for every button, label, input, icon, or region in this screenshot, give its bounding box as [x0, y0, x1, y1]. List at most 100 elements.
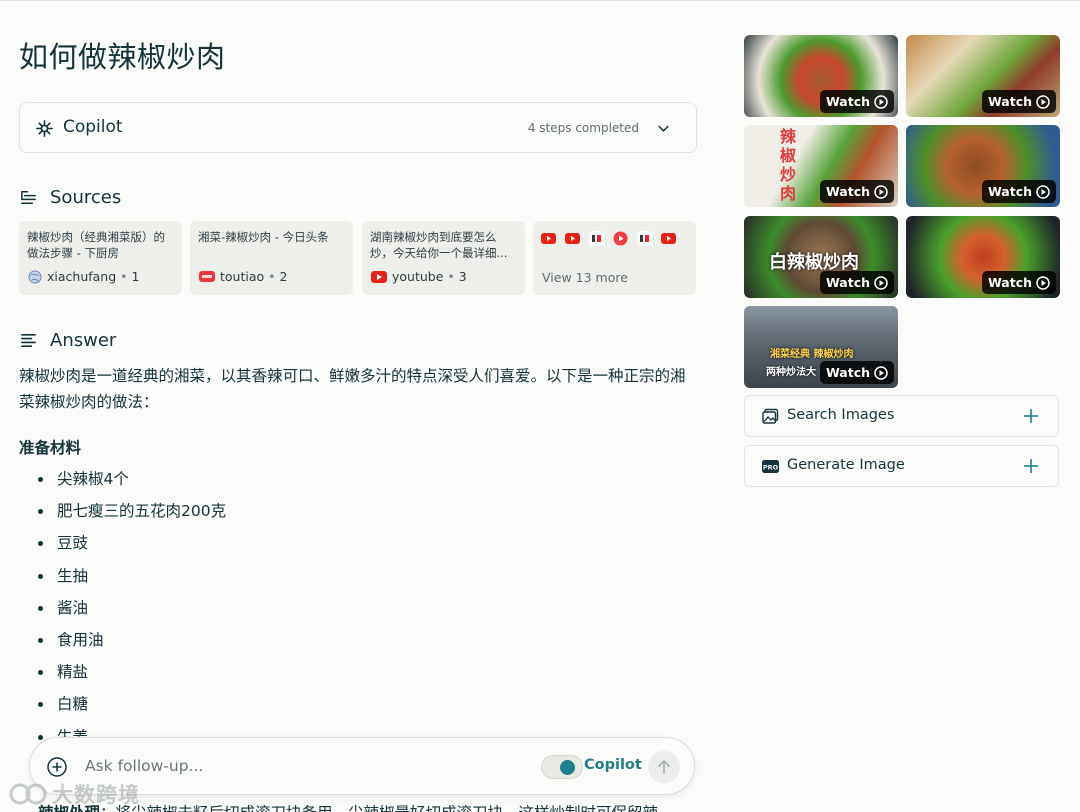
watch-button[interactable]: Watch: [981, 90, 1056, 113]
ingredients-heading: 准备材料: [19, 439, 82, 457]
list-item: 精盐: [38, 658, 226, 690]
haokan-icon: [589, 231, 604, 246]
copilot-label: Copilot: [63, 117, 123, 137]
generate-image-label: Generate Image: [787, 457, 905, 473]
watch-label: Watch: [825, 275, 870, 290]
more-sources-icons: [541, 231, 688, 246]
watermark-logo-icon: [9, 783, 47, 805]
watch-label: Watch: [825, 365, 870, 380]
play-circle-icon: [1036, 275, 1050, 290]
answer-heading-label: Answer: [50, 329, 117, 351]
source-site: xiachufang: [47, 269, 117, 284]
source-site: youtube: [392, 269, 444, 284]
list-item: 白糖: [38, 690, 226, 722]
chevron-down-icon[interactable]: [657, 122, 670, 135]
top-divider: [0, 0, 1080, 1]
view-more-label: View 13 more: [542, 270, 628, 285]
attach-plus-icon[interactable]: [46, 756, 68, 778]
play-circle-icon: [874, 94, 888, 109]
copilot-steps-panel[interactable]: Copilot 4 steps completed: [19, 102, 697, 153]
plus-icon: [1024, 409, 1038, 423]
haokan-icon: [637, 231, 652, 246]
thumbnail-caption: 湘菜经典 辣椒炒肉: [770, 349, 854, 360]
watch-button[interactable]: Watch: [819, 180, 894, 203]
list-item: 肥七瘦三的五花肉200克: [38, 497, 226, 529]
plus-icon: [1024, 459, 1038, 473]
watch-button[interactable]: Watch: [819, 361, 894, 384]
list-item: 豆豉: [38, 529, 226, 561]
source-card-2[interactable]: 湘菜-辣椒炒肉 - 今日头条 toutiao • 2: [190, 221, 353, 295]
source-meta: youtube • 3: [371, 269, 467, 284]
play-circle-icon: [1036, 94, 1050, 109]
view-more-sources-button[interactable]: View 13 more: [533, 221, 696, 295]
watch-button[interactable]: Watch: [981, 271, 1056, 294]
source-title: 湘菜-辣椒炒肉 - 今日头条: [198, 230, 329, 244]
answer-heading: Answer: [19, 328, 116, 352]
youtube-icon: [541, 233, 556, 244]
watch-label: Watch: [987, 184, 1032, 199]
separator-dot: •: [120, 269, 128, 284]
thumbnail-caption: 辣椒炒肉: [780, 127, 797, 203]
copilot-toggle[interactable]: [541, 755, 583, 779]
search-images-button[interactable]: Search Images: [744, 395, 1059, 437]
watch-label: Watch: [825, 94, 870, 109]
watch-label: Watch: [987, 94, 1032, 109]
source-title: 湖南辣椒炒肉到底要怎么炒，今天给你一个最详细...: [370, 230, 508, 260]
play-circle-icon: [1036, 184, 1050, 199]
video-thumbnail-2[interactable]: Watch: [906, 35, 1060, 117]
search-images-label: Search Images: [787, 407, 895, 423]
separator-dot: •: [268, 269, 276, 284]
copilot-steps-count: 4 steps completed: [527, 121, 639, 135]
step-text: ：将尖辣椒去籽后切成滚刀块备用。尖辣椒最好切成滚刀块，这样炒制时可保留辣: [100, 804, 658, 812]
play-circle-icon: [874, 184, 888, 199]
video-thumbnail-7[interactable]: 湘菜经典 辣椒炒肉 两种炒法大 Watch: [744, 306, 898, 388]
watch-label: Watch: [825, 184, 870, 199]
sources-heading: Sources: [19, 185, 121, 209]
youtube-icon: [371, 270, 387, 283]
thumbnail-caption: 两种炒法大: [766, 367, 816, 378]
list-item: 食用油: [38, 626, 226, 658]
toutiao-icon: [199, 271, 215, 282]
image-icon: [762, 408, 779, 424]
watch-button[interactable]: Watch: [981, 180, 1056, 203]
follow-up-input[interactable]: Ask follow-up...: [85, 757, 203, 775]
video-thumbnail-1[interactable]: Watch: [744, 35, 898, 117]
source-number: 3: [458, 269, 467, 284]
video-thumbnail-3[interactable]: 辣椒炒肉 Watch: [744, 125, 898, 207]
pro-badge-icon: PRO: [762, 460, 779, 473]
submit-button[interactable]: [648, 751, 680, 783]
source-number: 1: [131, 269, 140, 284]
source-site: toutiao: [220, 269, 265, 284]
video-thumbnail-6[interactable]: Watch: [906, 216, 1060, 298]
watermark-text: 大数跨境: [52, 783, 140, 807]
video-thumbnail-5[interactable]: 白辣椒炒肉 Watch: [744, 216, 898, 298]
watermark: 大数跨境: [8, 779, 140, 809]
list-item: 尖辣椒4个: [38, 465, 226, 497]
list-item: 生抽: [38, 562, 226, 594]
generate-image-button[interactable]: PRO Generate Image: [744, 445, 1059, 487]
copilot-toggle-label: Copilot: [584, 757, 642, 773]
watch-button[interactable]: Watch: [819, 90, 894, 113]
toggle-knob: [560, 760, 575, 775]
sources-heading-label: Sources: [50, 186, 122, 208]
source-meta: xiachufang • 1: [28, 269, 140, 284]
answer-list-icon: [21, 333, 36, 347]
globe-icon: [28, 270, 42, 283]
separator-dot: •: [447, 269, 455, 284]
source-number: 2: [279, 269, 288, 284]
video-thumbnail-4[interactable]: Watch: [906, 125, 1060, 207]
sources-list: 辣椒炒肉（经典湘菜版）的做法步骤 - 下厨房 xiachufang • 1 湘菜…: [19, 221, 697, 295]
youtube-icon: [661, 233, 676, 244]
play-icon: [613, 231, 628, 246]
sources-icon: [21, 190, 36, 204]
list-item: 酱油: [38, 594, 226, 626]
source-card-1[interactable]: 辣椒炒肉（经典湘菜版）的做法步骤 - 下厨房 xiachufang • 1: [19, 221, 182, 295]
watch-label: Watch: [987, 275, 1032, 290]
watch-button[interactable]: Watch: [819, 271, 894, 294]
play-circle-icon: [874, 275, 888, 290]
answer-intro: 辣椒炒肉是一道经典的湘菜，以其香辣可口、鲜嫩多汁的特点深受人们喜爱。以下是一种正…: [19, 367, 686, 411]
source-card-3[interactable]: 湖南辣椒炒肉到底要怎么炒，今天给你一个最详细... youtube • 3: [362, 221, 525, 295]
arrow-up-icon: [658, 759, 670, 774]
source-meta: toutiao • 2: [199, 269, 287, 284]
copilot-sparkle-icon: [36, 120, 53, 137]
